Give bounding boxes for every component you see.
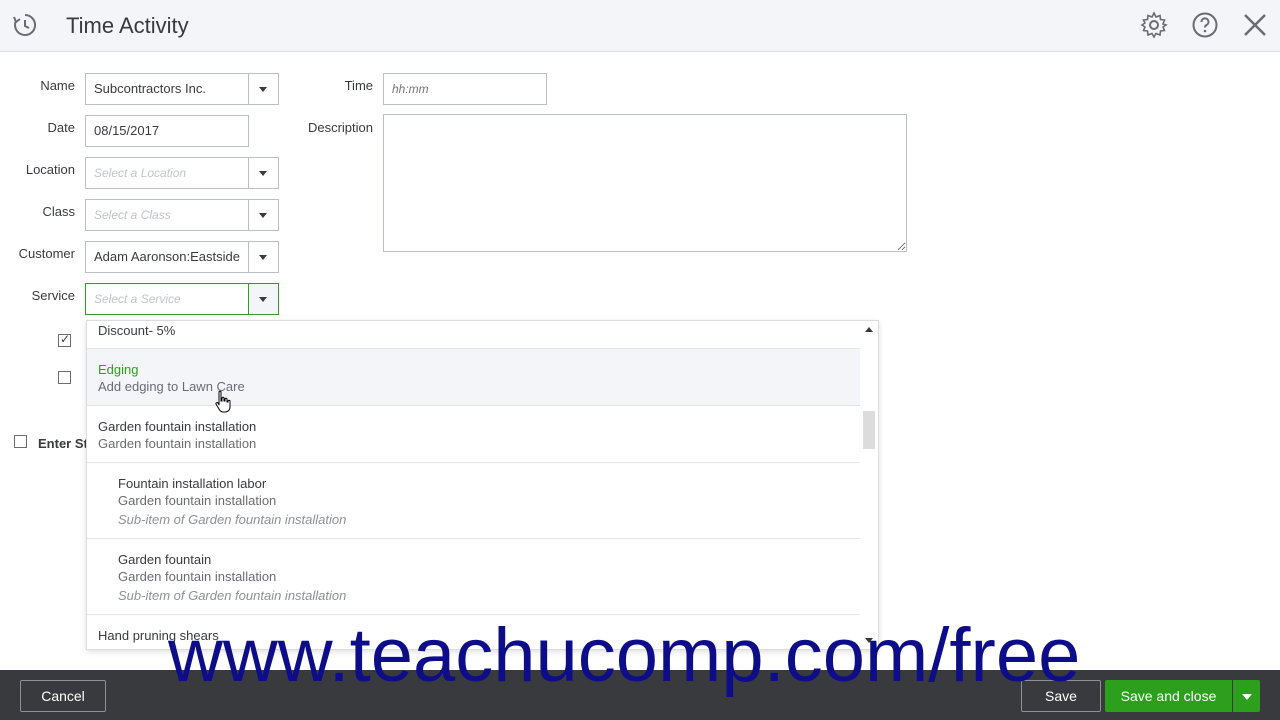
service-select[interactable]: Select a Service [85, 283, 279, 315]
recent-history-icon[interactable] [11, 11, 39, 39]
date-label: Date [47, 120, 75, 135]
list-item[interactable]: Garden fountain installation Garden foun… [87, 406, 860, 463]
scroll-thumb[interactable] [863, 411, 875, 449]
date-value: 08/15/2017 [94, 123, 160, 138]
chevron-down-icon[interactable] [248, 200, 278, 230]
scroll-up-arrow-icon[interactable] [865, 327, 873, 332]
header-bar: Time Activity [0, 0, 1280, 52]
list-item[interactable]: Garden fountain Garden fountain installa… [87, 539, 860, 615]
class-label: Class [42, 204, 75, 219]
option-name: Edging [98, 362, 139, 377]
customer-select[interactable]: Adam Aaronson:Eastside [85, 241, 279, 273]
time-input[interactable] [383, 73, 547, 105]
location-select[interactable]: Select a Location [85, 157, 279, 189]
taxable-checkbox[interactable] [58, 371, 71, 384]
chevron-down-icon[interactable] [248, 242, 278, 272]
list-item-highlighted[interactable]: Edging Add edging to Lawn Care [87, 349, 860, 406]
watermark-text: www.teachucomp.com/free [168, 613, 1081, 698]
help-icon[interactable] [1191, 11, 1219, 39]
time-activity-form: Name Subcontractors Inc. Date 08/15/2017… [0, 52, 1280, 670]
chevron-down-icon[interactable] [248, 74, 278, 104]
list-item[interactable]: Discount- 5% [87, 321, 860, 349]
option-name: Discount- 5% [98, 323, 176, 338]
name-select[interactable]: Subcontractors Inc. [85, 73, 279, 105]
class-select[interactable]: Select a Class [85, 199, 279, 231]
save-options-chevron-down-icon[interactable] [1233, 680, 1260, 712]
list-item[interactable]: Fountain installation labor Garden fount… [87, 463, 860, 539]
option-subitem-note: Sub-item of Garden fountain installation [118, 512, 347, 527]
hand-cursor-icon [215, 390, 231, 413]
customer-value: Adam Aaronson:Eastside [94, 249, 240, 264]
page-title: Time Activity [66, 13, 189, 38]
save-and-close-button[interactable]: Save and close [1105, 680, 1232, 712]
class-placeholder: Select a Class [94, 208, 171, 222]
option-description: Garden fountain installation [118, 493, 277, 508]
description-label: Description [307, 120, 373, 135]
time-label: Time [344, 78, 373, 93]
name-label: Name [40, 78, 75, 93]
service-placeholder: Select a Service [94, 292, 181, 306]
customer-label: Customer [18, 246, 75, 261]
location-placeholder: Select a Location [94, 166, 187, 180]
option-description: Garden fountain installation [118, 569, 277, 584]
option-subitem-note: Sub-item of Garden fountain installation [118, 588, 347, 603]
service-label: Service [31, 288, 75, 303]
option-name: Fountain installation labor [118, 476, 267, 491]
billable-checkbox[interactable] [58, 332, 71, 347]
service-dropdown-list: Discount- 5% Edging Add edging to Lawn C… [86, 320, 879, 650]
description-textarea[interactable] [383, 114, 907, 252]
chevron-down-icon[interactable] [248, 284, 278, 314]
option-name: Garden fountain installation [98, 419, 257, 434]
date-input[interactable]: 08/15/2017 [85, 115, 249, 147]
cancel-button[interactable]: Cancel [20, 680, 106, 712]
location-label: Location [25, 162, 75, 177]
close-icon[interactable] [1241, 11, 1269, 39]
enter-start-end-checkbox[interactable] [14, 435, 27, 448]
option-name: Garden fountain [118, 552, 212, 567]
chevron-down-icon[interactable] [248, 158, 278, 188]
gear-icon[interactable] [1140, 11, 1168, 39]
name-value: Subcontractors Inc. [94, 81, 206, 96]
option-description: Garden fountain installation [98, 436, 257, 451]
dropdown-scrollbar[interactable] [860, 321, 878, 649]
